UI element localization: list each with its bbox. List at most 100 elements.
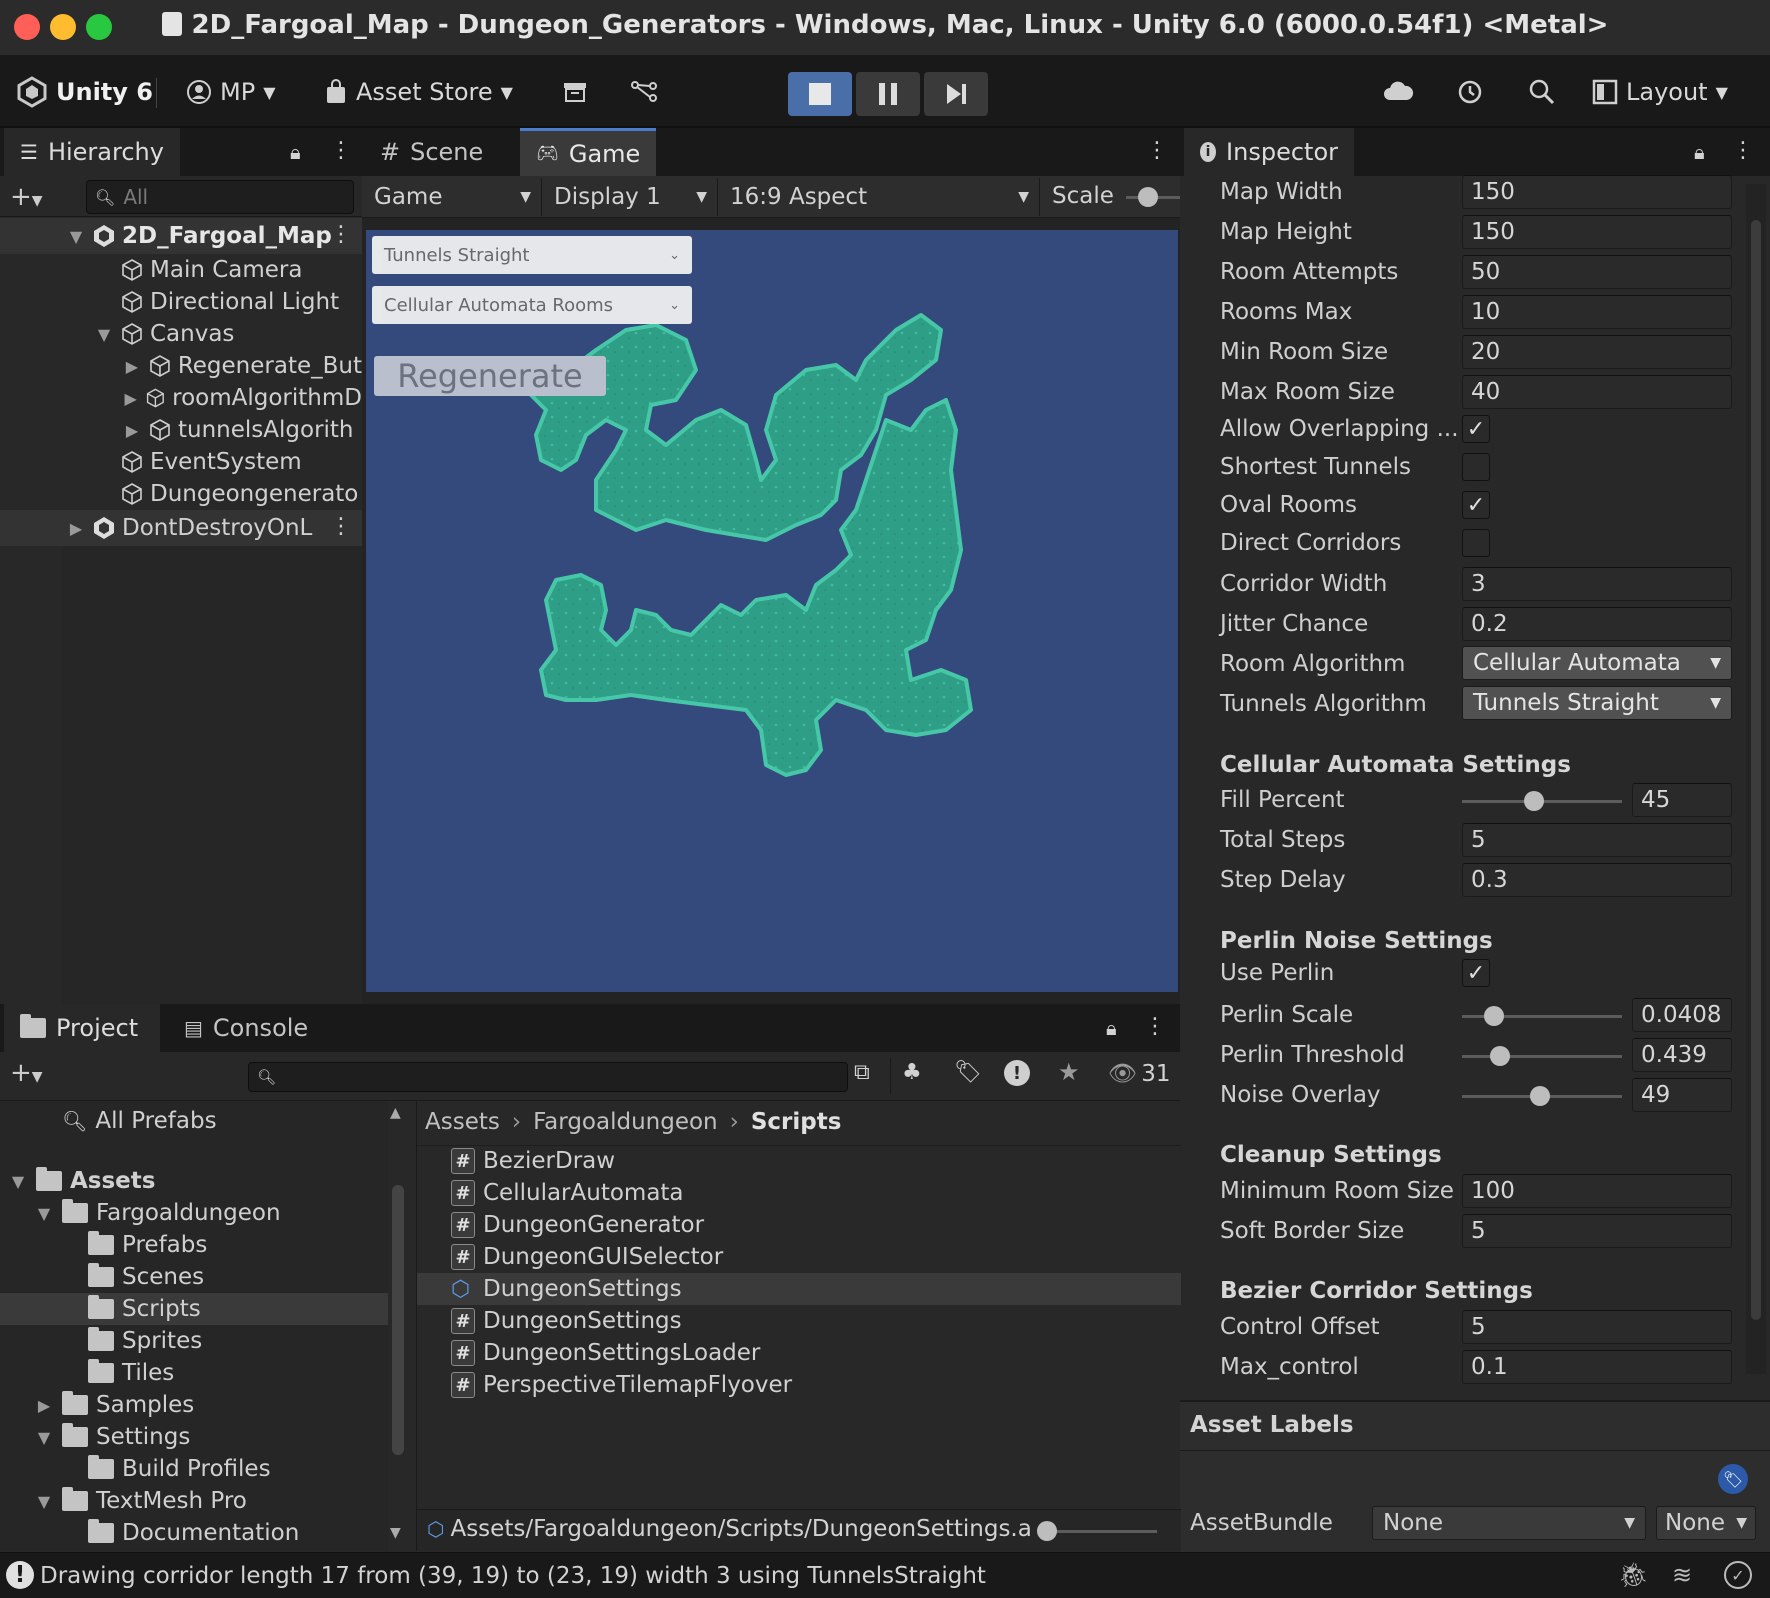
filter-by-type-icon[interactable]: ♣ <box>902 1060 922 1085</box>
folder-tree-item[interactable]: ▶ Samples <box>0 1389 388 1421</box>
folder-tree-item[interactable]: ▼ Assets <box>0 1165 388 1197</box>
perlin-threshold-field[interactable]: 0.439 <box>1632 1038 1732 1072</box>
min-room-size-field[interactable]: 20 <box>1462 335 1732 369</box>
total-steps-field[interactable]: 5 <box>1462 823 1732 857</box>
collapse-arrow-icon[interactable]: ▶ <box>122 357 142 376</box>
create-add-button[interactable]: +▼ <box>10 182 43 212</box>
perlin-scale-field[interactable]: 0.0408 <box>1632 998 1732 1032</box>
inspector-scrollbar[interactable] <box>1746 184 1766 1374</box>
hierarchy-item[interactable]: ▶ Regenerate_But <box>0 350 362 382</box>
create-add-button[interactable]: +▼ <box>10 1058 43 1088</box>
icon-size-slider-knob[interactable] <box>1037 1521 1057 1541</box>
expand-arrow-icon[interactable]: ▼ <box>34 1204 54 1223</box>
popout-icon[interactable]: ⧉ <box>854 1060 870 1085</box>
collapse-arrow-icon[interactable]: ▶ <box>122 389 139 408</box>
hierarchy-search-input[interactable]: 🔍︎ All <box>86 180 354 214</box>
play-button[interactable] <box>788 72 852 116</box>
hierarchy-item[interactable]: EventSystem <box>0 446 362 478</box>
expand-arrow-icon[interactable]: ▼ <box>34 1492 54 1511</box>
more-options-icon[interactable]: ⋮ <box>330 138 352 163</box>
expand-arrow-icon[interactable]: ▼ <box>94 325 114 344</box>
dont-destroy-row[interactable]: ▶ DontDestroyOnL ⋮ <box>0 510 362 546</box>
file-list-item[interactable]: ⬡ DungeonSettings <box>417 1273 1181 1305</box>
folder-tree-item[interactable]: Scenes <box>0 1261 388 1293</box>
account-dropdown[interactable]: MP ▼ <box>186 74 276 110</box>
expand-arrow-icon[interactable]: ▼ <box>8 1172 28 1191</box>
lock-icon[interactable]: 🔒︎ <box>290 140 301 164</box>
perlin-scale-slider-knob[interactable] <box>1484 1006 1504 1026</box>
control-offset-field[interactable]: 5 <box>1462 1310 1732 1344</box>
step-delay-field[interactable]: 0.3 <box>1462 863 1732 897</box>
folder-tree-item[interactable]: Build Profiles <box>0 1453 388 1485</box>
more-options-icon[interactable]: ⋮ <box>1732 138 1754 163</box>
file-list-item[interactable]: # PerspectiveTilemapFlyover <box>417 1369 1181 1401</box>
room-attempts-field[interactable]: 50 <box>1462 255 1732 289</box>
scene-menu-icon[interactable]: ⋮ <box>330 514 352 539</box>
tab-scene[interactable]: # Scene <box>364 128 499 176</box>
tab-hierarchy[interactable]: ☰ Hierarchy <box>4 128 180 176</box>
lock-icon[interactable]: 🔒︎ <box>1694 140 1705 164</box>
filter-by-label-icon[interactable]: 🏷︎ <box>954 1060 982 1085</box>
view-mode-dropdown[interactable]: Game ▼ <box>364 178 542 216</box>
expand-arrow-icon[interactable]: ▼ <box>34 1428 54 1447</box>
noise-overlay-field[interactable]: 49 <box>1632 1078 1732 1112</box>
collapse-arrow-icon[interactable]: ▶ <box>34 1396 54 1415</box>
fill-percent-slider-knob[interactable] <box>1524 791 1544 811</box>
map-height-field[interactable]: 150 <box>1462 215 1732 249</box>
game-viewport[interactable]: Tunnels Straight ⌄ Cellular Automata Room… <box>366 230 1178 992</box>
file-list-item[interactable]: # BezierDraw <box>417 1145 1181 1177</box>
max-control-field[interactable]: 0.1 <box>1462 1350 1732 1384</box>
folder-tree-item[interactable]: ▼ TextMesh Pro <box>0 1485 388 1517</box>
more-options-icon[interactable]: ⋮ <box>1144 1014 1166 1039</box>
tunnels-algorithm-dropdown[interactable]: Tunnels Straight ▼ <box>1462 686 1732 720</box>
breadcrumb-scripts[interactable]: Scripts <box>751 1109 842 1135</box>
scrollbar-thumb[interactable] <box>1751 220 1761 1320</box>
asset-variant-dropdown[interactable]: None ▼ <box>1656 1506 1756 1540</box>
favorites-star-icon[interactable]: ★ <box>1058 1058 1080 1086</box>
direct-corridors-checkbox[interactable] <box>1462 529 1490 557</box>
rooms-max-field[interactable]: 10 <box>1462 295 1732 329</box>
layout-dropdown[interactable]: Layout ▼ <box>1592 74 1728 110</box>
version-control-button[interactable] <box>630 74 658 110</box>
undo-history-button[interactable] <box>1456 74 1484 110</box>
status-message[interactable]: Drawing corridor length 17 from (39, 19)… <box>40 1563 986 1589</box>
tree-scrollbar[interactable]: ▲ ▼ <box>390 1105 408 1545</box>
file-list-item[interactable]: # DungeonSettings <box>417 1305 1181 1337</box>
check-circle-icon[interactable]: ✓ <box>1724 1561 1752 1589</box>
breadcrumb-assets[interactable]: Assets <box>425 1109 500 1135</box>
folder-tree-item[interactable]: ▼ Settings <box>0 1421 388 1453</box>
project-search-input[interactable]: 🔍︎ <box>248 1062 848 1092</box>
aspect-dropdown[interactable]: 16:9 Aspect ▼ <box>720 178 1040 216</box>
hierarchy-item[interactable]: Dungeongenerato <box>0 478 362 510</box>
unity-account-menu[interactable]: Unity 6 <box>16 74 153 110</box>
collapse-arrow-icon[interactable]: ▶ <box>66 519 86 538</box>
breadcrumb-fargoaldungeon[interactable]: Fargoaldungeon <box>533 1109 718 1135</box>
scene-root-row[interactable]: ▼ 2D_Fargoal_Map ⋮ <box>0 218 362 254</box>
room-algorithm-dropdown[interactable]: Cellular Automata ▼ <box>1462 646 1732 680</box>
shortest-tunnels-checkbox[interactable] <box>1462 453 1490 481</box>
tab-game[interactable]: 🎮︎ Game <box>520 128 657 176</box>
tab-console[interactable]: ▤ Console <box>168 1004 324 1052</box>
cache-server-icon[interactable]: ≋ <box>1672 1561 1692 1589</box>
more-options-icon[interactable]: ⋮ <box>1146 138 1168 163</box>
map-width-field[interactable]: 150 <box>1462 175 1732 209</box>
pause-button[interactable] <box>856 72 920 116</box>
cloud-button[interactable] <box>1382 74 1414 110</box>
folder-tree-item[interactable]: Scripts <box>0 1293 388 1325</box>
tag-icon[interactable]: 🏷︎ <box>1718 1464 1748 1494</box>
allow-overlapping-checkbox[interactable]: ✓ <box>1462 415 1490 443</box>
hierarchy-item[interactable]: ▶ roomAlgorithmD <box>0 382 362 414</box>
warning-filter-icon[interactable]: ! <box>1004 1060 1030 1086</box>
hierarchy-item[interactable]: ▶ tunnelsAlgorith <box>0 414 362 446</box>
file-list-item[interactable]: # DungeonGUISelector <box>417 1241 1181 1273</box>
minimum-room-size-field[interactable]: 100 <box>1462 1174 1732 1208</box>
folder-tree-item[interactable]: Prefabs <box>0 1229 388 1261</box>
lock-icon[interactable]: 🔒︎ <box>1106 1016 1117 1040</box>
hierarchy-item[interactable]: ▼ Canvas <box>0 318 362 350</box>
asset-store-dropdown[interactable]: Asset Store ▼ <box>324 74 513 110</box>
collapse-arrow-icon[interactable]: ▶ <box>122 421 142 440</box>
file-list-item[interactable]: # CellularAutomata <box>417 1177 1181 1209</box>
corridor-width-field[interactable]: 3 <box>1462 567 1732 601</box>
all-prefabs-item[interactable]: 🔍︎ All Prefabs <box>62 1105 217 1137</box>
folder-tree-item[interactable]: ▼ Fargoaldungeon <box>0 1197 388 1229</box>
